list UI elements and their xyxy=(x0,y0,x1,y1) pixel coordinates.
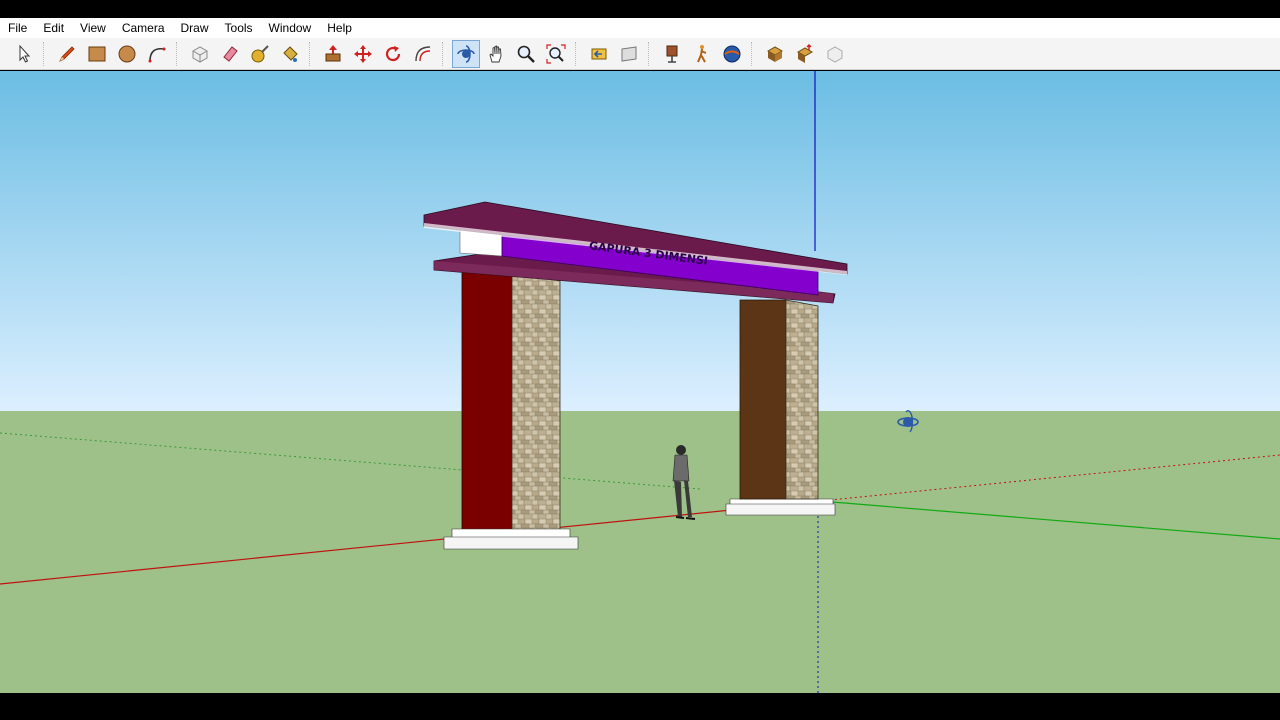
sketchup-window: File Edit View Camera Draw Tools Window … xyxy=(0,0,1280,720)
arc-tool-button[interactable] xyxy=(143,40,171,68)
select-tool-button[interactable] xyxy=(10,40,38,68)
left-pillar[interactable] xyxy=(443,262,579,550)
eraser-tool-button[interactable] xyxy=(216,40,244,68)
paint-bucket-tool-button[interactable] xyxy=(276,40,304,68)
pan-tool-button[interactable] xyxy=(482,40,510,68)
menu-help[interactable]: Help xyxy=(319,18,360,38)
position-camera-button[interactable] xyxy=(658,40,686,68)
arc-icon xyxy=(148,47,166,62)
paint-bucket-icon xyxy=(283,45,298,62)
next-view-icon xyxy=(621,45,637,62)
orbit-tool-button[interactable] xyxy=(452,39,480,68)
walk-icon xyxy=(697,44,707,62)
zoom-extents-icon xyxy=(546,43,566,64)
menu-bar: File Edit View Camera Draw Tools Window … xyxy=(0,18,1280,38)
tape-measure-tool-button[interactable] xyxy=(246,40,274,68)
menu-window[interactable]: Window xyxy=(261,18,320,38)
previous-view-icon xyxy=(591,48,607,59)
make-component-button[interactable] xyxy=(186,40,214,68)
toolbar-separator xyxy=(176,41,183,66)
menu-tools[interactable]: Tools xyxy=(217,18,261,38)
next-view-button[interactable] xyxy=(615,40,643,68)
camera-position-icon xyxy=(666,45,678,63)
line-tool-button[interactable] xyxy=(53,40,81,68)
rectangle-icon xyxy=(88,46,106,61)
walk-tool-button[interactable] xyxy=(688,40,716,68)
tape-measure-icon xyxy=(251,44,269,62)
menu-view[interactable]: View xyxy=(72,18,114,38)
component-icon xyxy=(192,45,208,63)
extension-warehouse-button[interactable] xyxy=(821,40,849,68)
orbit-icon xyxy=(457,44,475,63)
eraser-icon xyxy=(223,45,238,62)
pencil-icon xyxy=(59,45,75,62)
push-pull-icon xyxy=(325,44,341,61)
get-models-button[interactable] xyxy=(761,40,789,68)
share-model-icon xyxy=(796,43,814,63)
toolbar-separator xyxy=(575,41,582,66)
move-arrows-icon xyxy=(354,44,372,63)
get-models-icon xyxy=(766,45,784,62)
large-tool-set-toolbar xyxy=(0,38,1280,70)
circle-icon xyxy=(118,45,136,62)
scene-canvas[interactable]: GAPURA 3 DIMENSI xyxy=(0,71,1280,693)
select-arrow-icon xyxy=(19,44,31,63)
menu-file[interactable]: File xyxy=(0,18,35,38)
zoom-tool-button[interactable] xyxy=(512,40,540,68)
rotate-tool-button[interactable] xyxy=(379,40,407,68)
move-tool-button[interactable] xyxy=(349,40,377,68)
extension-icon xyxy=(827,45,843,63)
3d-viewport[interactable]: GAPURA 3 DIMENSI xyxy=(0,71,1280,693)
menu-draw[interactable]: Draw xyxy=(173,18,217,38)
circle-tool-button[interactable] xyxy=(113,40,141,68)
look-around-icon xyxy=(723,45,741,62)
menu-camera[interactable]: Camera xyxy=(114,18,173,38)
look-around-button[interactable] xyxy=(718,40,746,68)
toolbar-separator xyxy=(648,41,655,66)
magnifier-icon xyxy=(517,45,535,63)
rectangle-tool-button[interactable] xyxy=(83,40,111,68)
previous-view-button[interactable] xyxy=(585,40,613,68)
offset-icon xyxy=(415,45,431,61)
offset-tool-button[interactable] xyxy=(409,40,437,68)
push-pull-tool-button[interactable] xyxy=(319,40,347,68)
toolbar-separator xyxy=(442,41,449,66)
title-bar xyxy=(0,0,1280,18)
menu-edit[interactable]: Edit xyxy=(35,18,72,38)
ground xyxy=(0,411,1280,693)
toolbar-separator xyxy=(43,41,50,66)
hand-icon xyxy=(489,44,502,62)
rotate-icon xyxy=(385,45,401,61)
toolbar-separator xyxy=(751,41,758,66)
toolbar-separator xyxy=(309,41,316,66)
share-model-button[interactable] xyxy=(791,40,819,68)
zoom-extents-button[interactable] xyxy=(542,40,570,68)
status-bar xyxy=(0,693,1280,720)
